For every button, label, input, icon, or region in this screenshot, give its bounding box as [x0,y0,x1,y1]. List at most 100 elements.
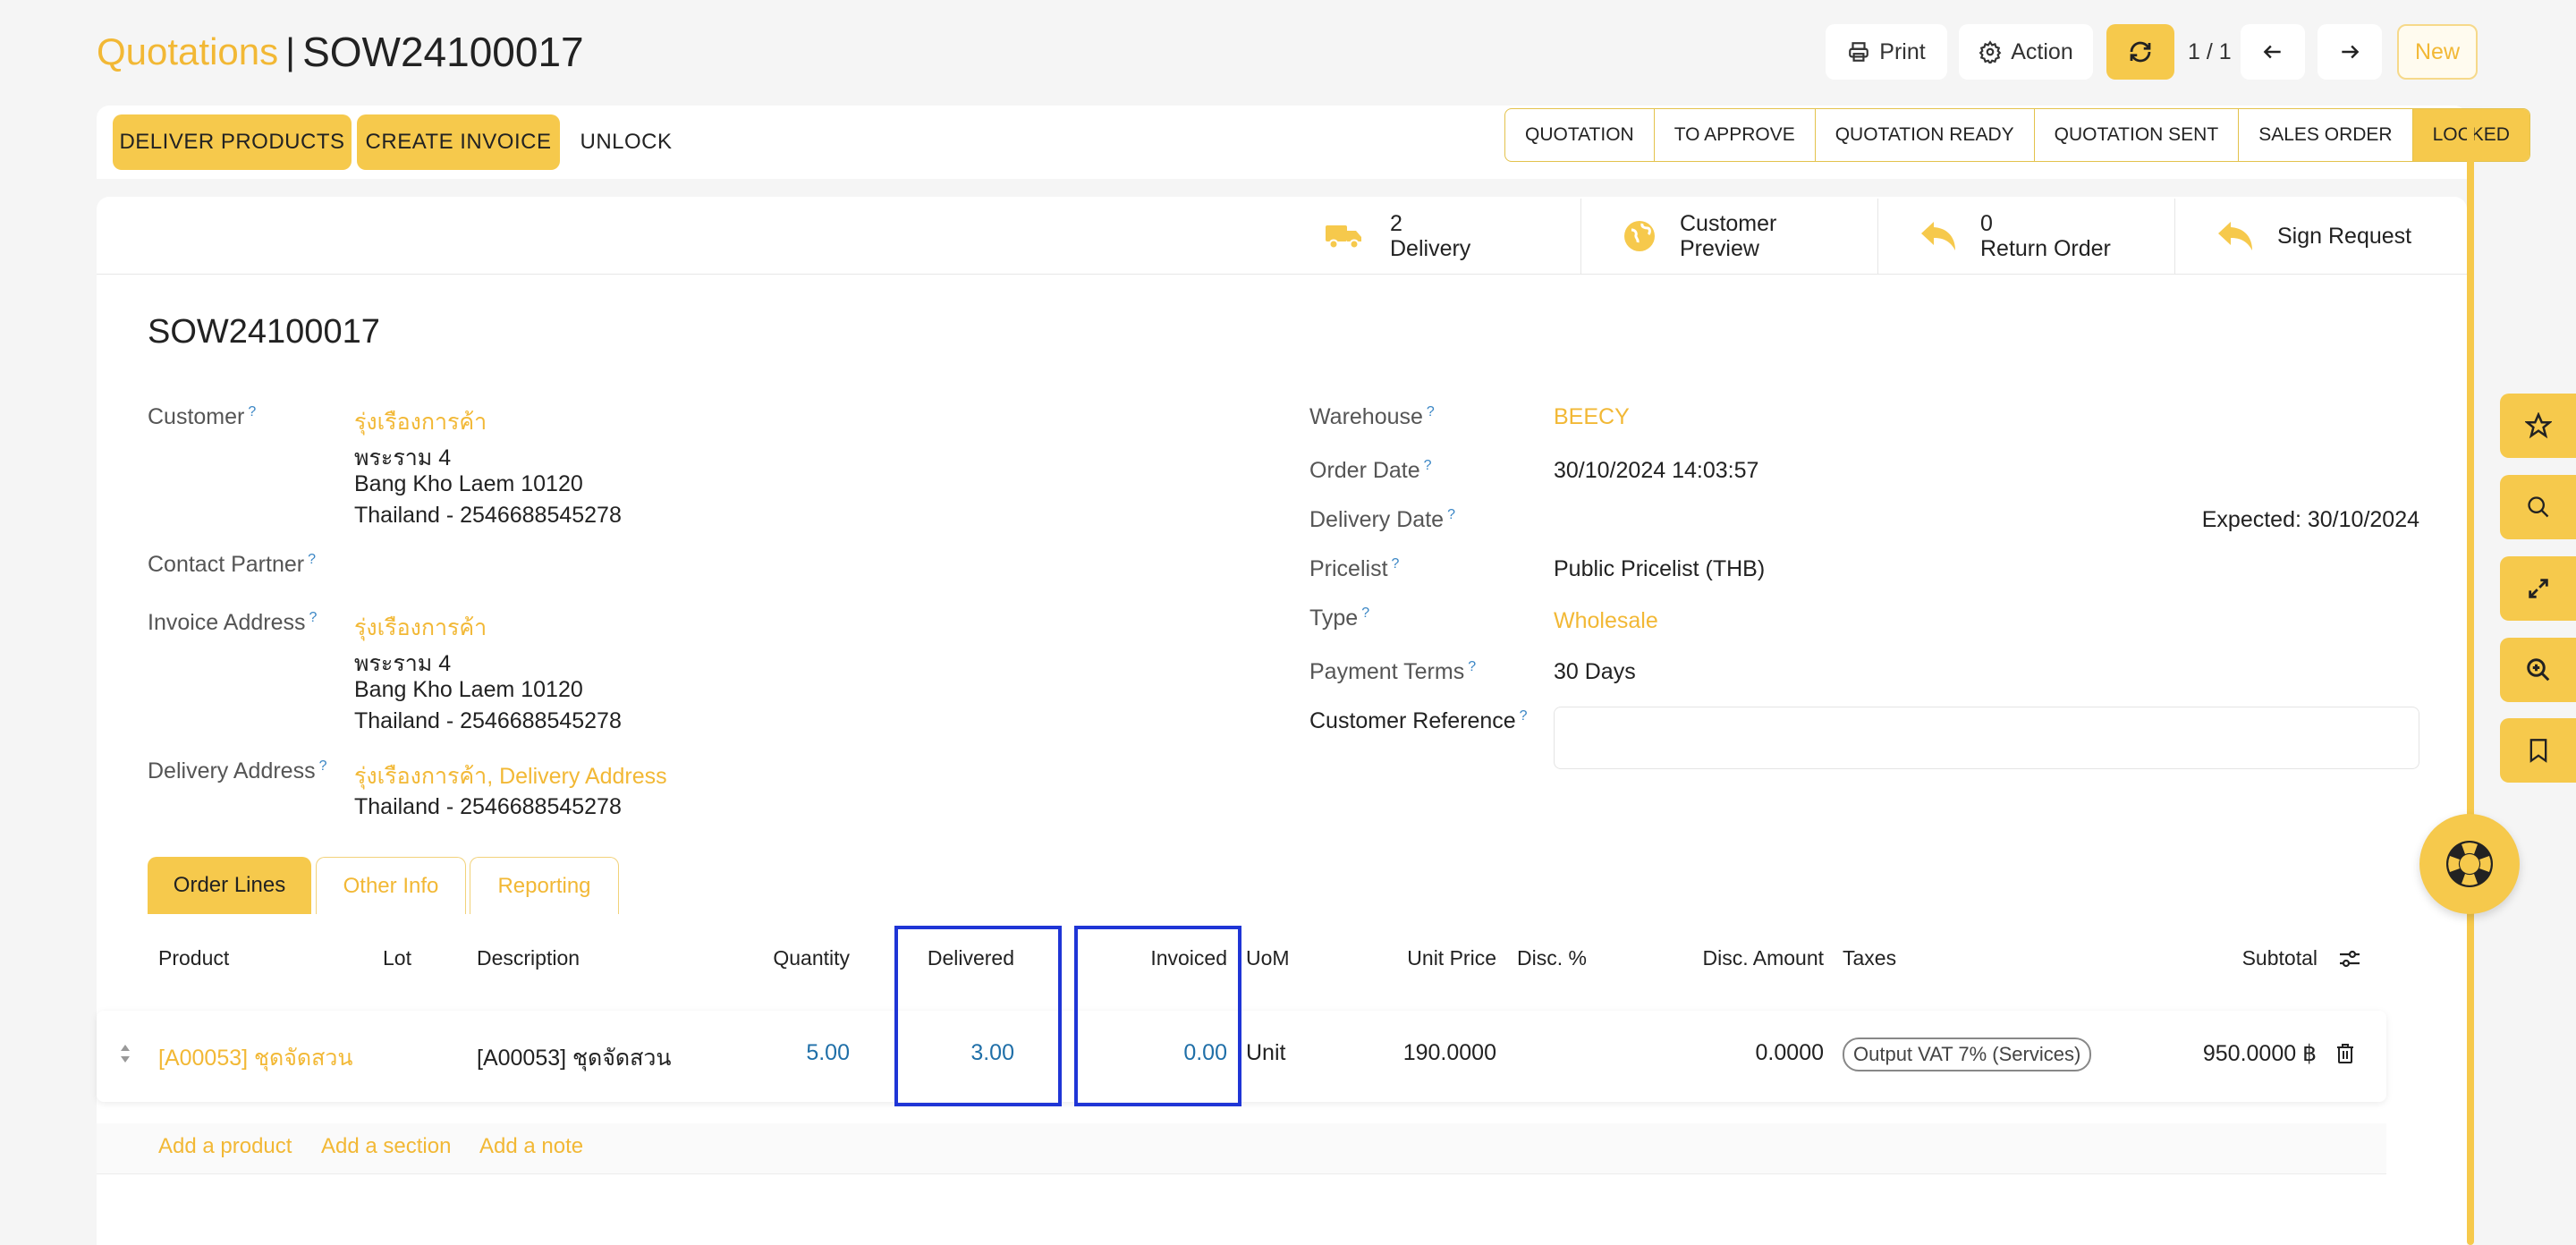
help-icon[interactable]: ? [1424,458,1432,473]
row-quantity[interactable]: 5.00 [806,1040,850,1066]
contact-partner-label: Contact Partner? [148,552,316,577]
tab-other-info[interactable]: Other Info [316,857,466,914]
row-drag-handle-icon[interactable] [119,1043,131,1064]
gear-icon [1979,40,2002,64]
stage-quotation-ready[interactable]: QUOTATION READY [1816,109,2035,161]
sign-request-smart-button[interactable]: Sign Request [2174,199,2468,274]
col-quantity[interactable]: Quantity [773,946,850,970]
help-icon[interactable]: ? [248,404,256,419]
print-label: Print [1879,38,1926,64]
help-icon[interactable]: ? [1468,659,1476,674]
customer-reference-input[interactable] [1554,707,2419,769]
column-settings-icon[interactable] [2338,948,2361,970]
col-lot[interactable]: Lot [383,946,411,970]
tax-badge[interactable]: Output VAT 7% (Services) [1843,1038,2092,1071]
payment-terms-value[interactable]: 30 Days [1554,659,1636,685]
help-icon[interactable]: ? [1361,606,1369,621]
zoom-button[interactable] [2500,638,2576,702]
payment-terms-label: Payment Terms? [1309,659,1477,684]
create-invoice-button[interactable]: CREATE INVOICE [357,114,560,170]
star-icon [2524,412,2552,439]
deliver-products-button[interactable]: DELIVER PRODUCTS [113,114,352,170]
help-icon[interactable]: ? [1520,708,1528,724]
row-description[interactable]: [A00053] ชุดจัดสวน [477,1040,672,1076]
type-label: Type? [1309,606,1370,631]
help-icon[interactable]: ? [319,758,327,774]
expand-button[interactable] [2500,556,2576,621]
customer-link[interactable]: รุ่งเรืองการค้า [354,404,487,440]
record-title: SOW24100017 [148,313,380,351]
status-stages: QUOTATION TO APPROVE QUOTATION READY QUO… [1504,108,2530,162]
stage-quotation-sent[interactable]: QUOTATION SENT [2035,109,2240,161]
next-button[interactable] [2318,24,2382,80]
search-button[interactable] [2500,475,2576,539]
stage-quotation[interactable]: QUOTATION [1505,109,1655,161]
action-button[interactable]: Action [1959,24,2093,80]
row-unit-price[interactable]: 190.0000 [1403,1040,1496,1066]
invoice-address-label: Invoice Address? [148,610,318,635]
stage-to-approve[interactable]: TO APPROVE [1655,109,1816,161]
return-order-smart-button[interactable]: 0 Return Order [1877,199,2175,274]
lifebuoy-icon [2442,836,2497,892]
add-product-link[interactable]: Add a product [158,1134,292,1159]
help-icon[interactable]: ? [309,610,318,625]
invoice-address-link[interactable]: รุ่งเรืองการค้า [354,610,487,646]
help-icon[interactable]: ? [308,552,316,567]
order-date-label: Order Date? [1309,458,1432,483]
row-product-link[interactable]: [A00053] ชุดจัดสวน [158,1040,353,1076]
action-label: Action [2011,38,2073,64]
col-taxes[interactable]: Taxes [1843,946,1896,970]
delivery-address-label: Delivery Address? [148,758,327,783]
customer-reference-label: Customer Reference? [1309,708,1528,733]
col-uom[interactable]: UoM [1246,946,1290,970]
order-date-value[interactable]: 30/10/2024 14:03:57 [1554,458,1758,484]
return-count: 0 [1980,211,1993,236]
col-unit-price[interactable]: Unit Price [1407,946,1496,970]
add-section-link[interactable]: Add a section [321,1134,451,1159]
trash-icon[interactable] [2335,1042,2355,1065]
printer-icon [1847,40,1870,64]
warehouse-link[interactable]: BEECY [1554,404,1630,430]
delivery-smart-button[interactable]: 2 Delivery [1284,199,1580,274]
tab-order-lines[interactable]: Order Lines [148,857,311,914]
previous-button[interactable] [2241,24,2305,80]
breadcrumb-record: SOW24100017 [302,29,584,75]
pricelist-value[interactable]: Public Pricelist (THB) [1554,556,1765,582]
row-uom[interactable]: Unit [1246,1040,1285,1066]
scrollbar[interactable] [2467,109,2474,1245]
print-button[interactable]: Print [1826,24,1947,80]
delivery-address-link[interactable]: รุ่งเรืองการค้า, Delivery Address [354,758,667,794]
stage-sales-order[interactable]: SALES ORDER [2239,109,2413,161]
delivery-label: Delivery [1390,236,1471,261]
zoom-in-icon [2525,656,2552,683]
type-link[interactable]: Wholesale [1554,608,1658,634]
pricelist-label: Pricelist? [1309,556,1400,581]
breadcrumb-separator: | [285,30,296,72]
col-subtotal[interactable]: Subtotal [2242,946,2318,970]
help-float-button[interactable] [2419,814,2520,914]
help-icon[interactable]: ? [1427,404,1435,419]
add-note-link[interactable]: Add a note [479,1134,583,1159]
preview-line2: Preview [1680,236,1759,261]
col-disc-pct[interactable]: Disc. % [1517,946,1587,970]
unlock-button[interactable]: UNLOCK [572,114,680,170]
breadcrumb: Quotations | SOW24100017 [97,25,584,79]
help-icon[interactable]: ? [1392,556,1400,572]
customer-line3: Thailand - 2546688545278 [354,503,622,528]
col-description[interactable]: Description [477,946,580,970]
warehouse-label: Warehouse? [1309,404,1435,429]
bookmark-button[interactable] [2500,718,2576,783]
invoiced-highlight-box [1074,926,1241,1106]
breadcrumb-quotations-link[interactable]: Quotations [97,30,278,73]
new-button[interactable]: New [2397,24,2478,80]
sign-label: Sign Request [2277,223,2412,249]
help-icon[interactable]: ? [1447,507,1455,522]
col-product[interactable]: Product [158,946,229,970]
customer-preview-smart-button[interactable]: Customer Preview [1580,199,1878,274]
favorite-button[interactable] [2500,394,2576,458]
refresh-button[interactable] [2106,24,2174,80]
row-disc-amount[interactable]: 0.0000 [1756,1040,1824,1066]
tab-reporting[interactable]: Reporting [470,857,619,914]
col-disc-amount[interactable]: Disc. Amount [1703,946,1825,970]
customer-line1: พระราม 4 [354,445,452,470]
